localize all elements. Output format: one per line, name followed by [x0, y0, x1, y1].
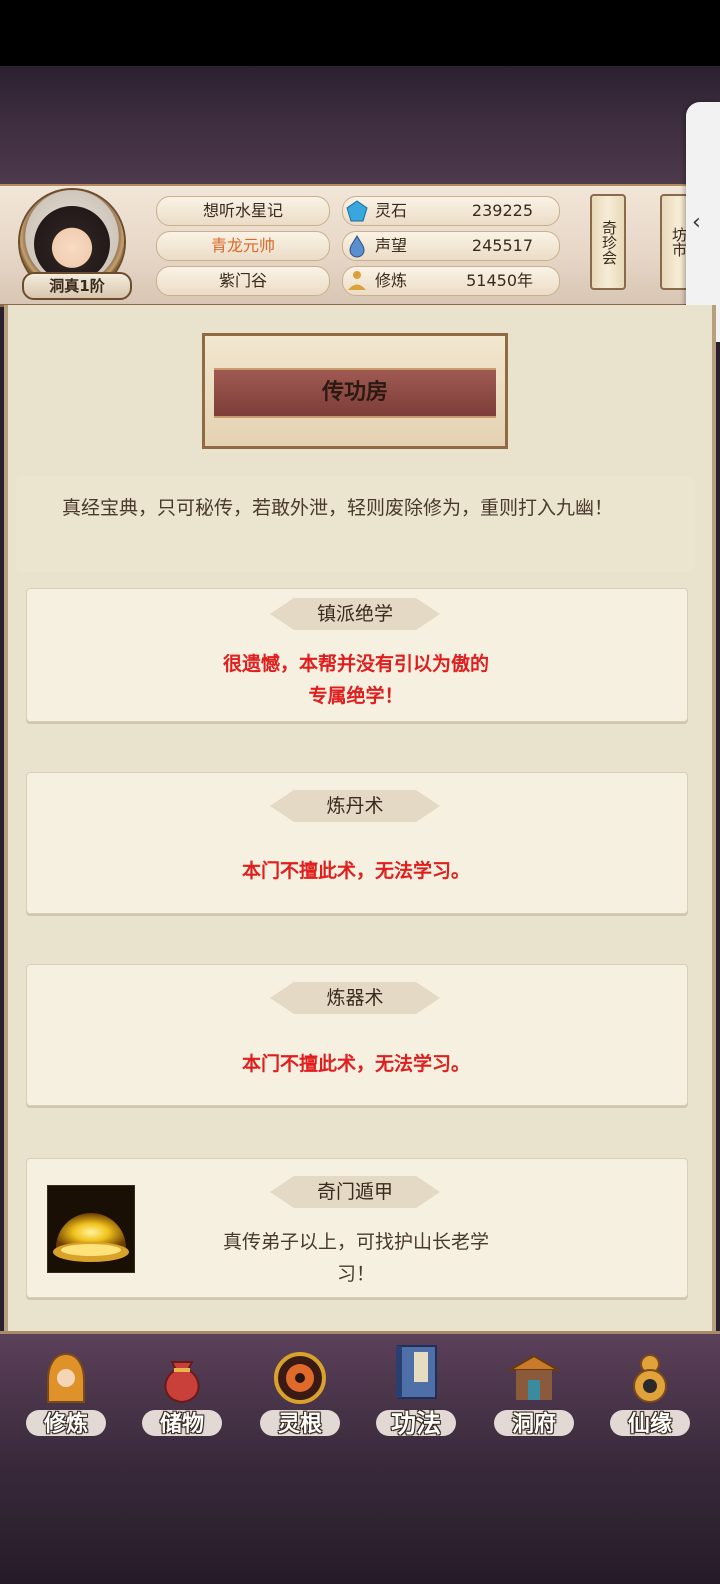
resource-value: 245517 — [471, 236, 533, 255]
nav-cave-mansion[interactable]: 洞府 — [484, 1338, 584, 1450]
section-message-line: 专属绝学！ — [308, 685, 404, 707]
nav-label: 仙缘 — [627, 1412, 672, 1437]
section-title: 镇派绝学 — [270, 598, 440, 630]
nav-label: 灵根 — [277, 1412, 322, 1437]
rank-badge: 洞真1阶 — [22, 272, 132, 300]
player-name: 想听水星记 — [156, 196, 330, 226]
nav-label: 修炼 — [43, 1412, 88, 1437]
nav-label: 储物 — [159, 1412, 204, 1437]
nav-label: 洞府 — [511, 1412, 556, 1437]
section-message-line: 真传弟子以上，可找护山长老学 — [222, 1231, 489, 1253]
nav-techniques[interactable]: 功法 — [366, 1338, 466, 1450]
crystal-icon — [346, 200, 368, 222]
player-header: 洞真1阶 想听水星记 青龙元帅 紫门谷 灵石 239225 声望 245517 … — [0, 184, 720, 307]
treasure-shop-button[interactable]: 奇珍会 — [590, 194, 626, 290]
resource-label: 声望 — [375, 236, 408, 255]
bottom-navigation: 修炼 储物 灵根 功法 洞府 仙缘 — [0, 1331, 720, 1454]
nav-storage[interactable]: 储物 — [132, 1338, 232, 1450]
chevron-left-icon: ‹ — [692, 210, 701, 235]
bag-icon — [164, 1361, 200, 1404]
player-title: 青龙元帅 — [156, 231, 330, 261]
bottom-background — [0, 1451, 720, 1584]
section-message-line: 本门不擅此术，无法学习。 — [241, 1053, 470, 1075]
section-message-line: 习！ — [336, 1263, 375, 1285]
meditate-icon — [348, 271, 366, 290]
monk-icon — [47, 1352, 85, 1403]
resource-cultivation: 修炼 51450年 — [342, 266, 560, 296]
status-bar-area — [0, 0, 720, 66]
drop-icon — [349, 234, 365, 258]
nav-cultivate[interactable]: 修炼 — [16, 1338, 116, 1450]
avatar[interactable] — [34, 206, 110, 282]
nav-label: 功法 — [390, 1409, 441, 1438]
gourd-icon — [633, 1354, 667, 1403]
page-title: 传功房 — [214, 368, 496, 418]
resource-label: 修炼 — [375, 271, 408, 290]
player-sect: 紫门谷 — [156, 266, 330, 296]
section-message-line: 本门不擅此术，无法学习。 — [241, 860, 470, 882]
book-icon — [396, 1345, 437, 1399]
root-icon — [274, 1352, 326, 1404]
section-message-line: 很遗憾，本帮并没有引以为傲的 — [222, 653, 489, 675]
nav-spirit-root[interactable]: 灵根 — [250, 1338, 350, 1450]
section-title: 奇门遁甲 — [270, 1176, 440, 1208]
resource-spirit-stone: 灵石 239225 — [342, 196, 560, 226]
palace-icon — [506, 1354, 562, 1400]
section-title: 炼丹术 — [270, 790, 440, 822]
section-title: 炼器术 — [270, 982, 440, 1014]
resource-value: 239225 — [471, 201, 533, 220]
intro-text: 真经宝典，只可秘传，若敢外泄，轻则废除修为，重则打入九幽！ — [62, 497, 614, 519]
nav-fortune[interactable]: 仙缘 — [600, 1338, 700, 1450]
resource-label: 灵石 — [375, 201, 408, 220]
resource-value: 51450年 — [466, 271, 533, 290]
header-background — [0, 66, 720, 184]
resource-prestige: 声望 245517 — [342, 231, 560, 261]
